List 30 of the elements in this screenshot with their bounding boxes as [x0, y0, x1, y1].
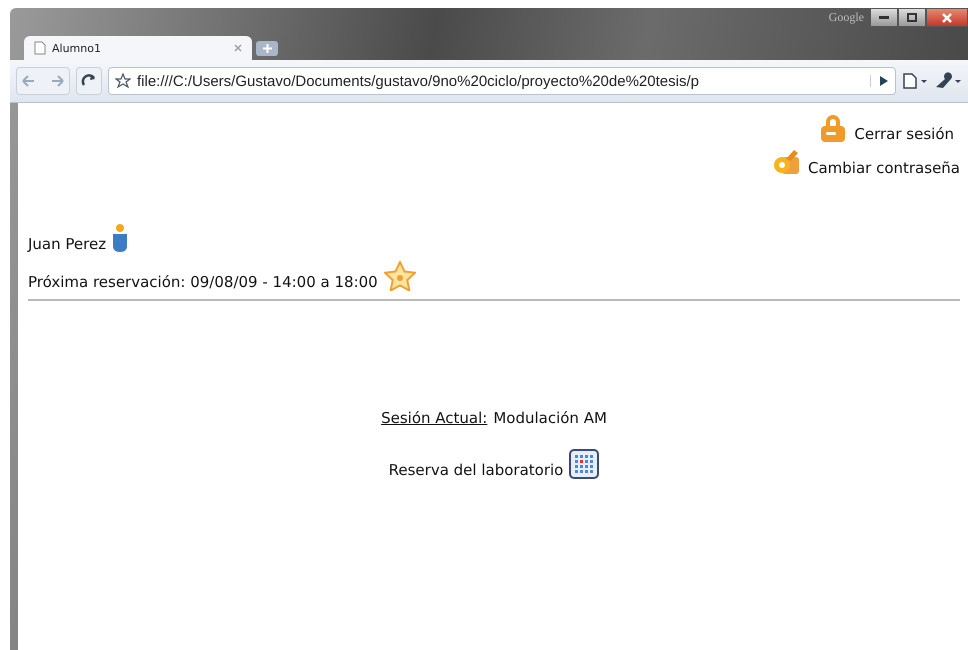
- header-link[interactable]: Cerrar sesión: [818, 113, 954, 143]
- close-tab-icon[interactable]: [234, 44, 242, 52]
- minimize-button[interactable]: [870, 8, 898, 27]
- lab-reservation-link[interactable]: Reserva del laboratorio: [388, 461, 564, 479]
- calendar-icon[interactable]: [569, 449, 600, 479]
- arrows-icon: [21, 74, 65, 88]
- minimize-icon: [879, 16, 889, 19]
- star-outline-icon[interactable]: [115, 73, 131, 89]
- maximize-icon: [907, 13, 917, 22]
- session-label: Sesión Actual:: [381, 409, 488, 427]
- close-icon: [942, 12, 952, 22]
- star-icon: [384, 261, 416, 291]
- wrench-icon[interactable]: [934, 72, 962, 90]
- close-button[interactable]: [926, 8, 968, 27]
- go-icon[interactable]: [879, 75, 889, 87]
- address-bar[interactable]: file:///C:/Users/Gustavo/Documents/gustavo/9no%20ciclo/proyecto%20de%20tesis/p: [108, 67, 896, 95]
- header-link[interactable]: Cambiar contraseña: [772, 147, 960, 177]
- reload-button[interactable]: [76, 67, 102, 95]
- session-value: Modulación AM: [493, 409, 607, 427]
- next-reservation: Próxima reservación: 09/08/09 - 14:00 a 18:00: [28, 273, 378, 291]
- person-icon: [112, 223, 128, 253]
- keys-icon: [772, 147, 802, 177]
- browser-tab[interactable]: Alumno1: [24, 36, 252, 60]
- page-icon: [34, 41, 46, 55]
- brand-label: Google: [828, 10, 864, 25]
- maximize-button[interactable]: [898, 8, 926, 27]
- page-menu-icon[interactable]: [902, 72, 928, 90]
- user-name: Juan Perez: [28, 235, 106, 253]
- plus-icon: [262, 44, 272, 53]
- new-tab-button[interactable]: [256, 41, 278, 56]
